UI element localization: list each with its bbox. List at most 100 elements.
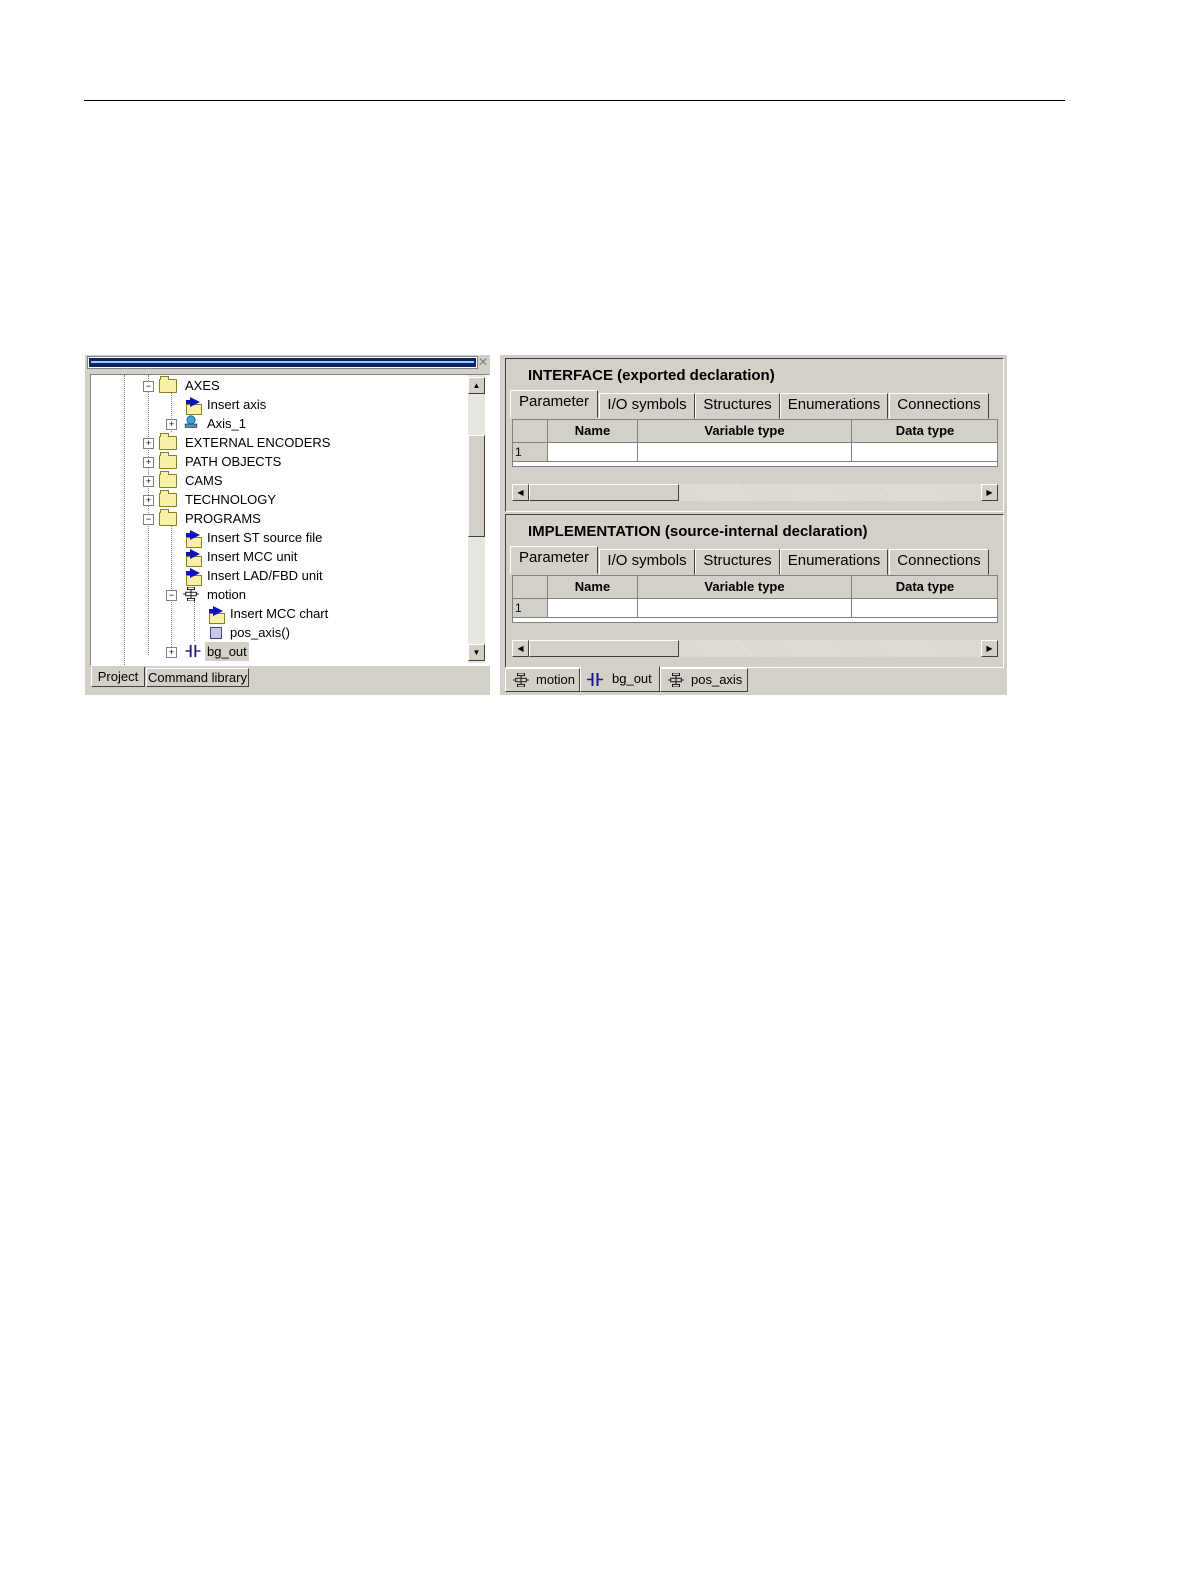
lad-unit-icon — [587, 673, 603, 686]
tree-node-external-encoders[interactable]: + EXTERNAL ENCODERS — [91, 433, 471, 452]
column-header-variable-type[interactable]: Variable type — [638, 420, 852, 443]
horizontal-scrollbar[interactable]: ◀ ▶ — [512, 484, 998, 501]
tree-node-insert-mcc-chart[interactable]: Insert MCC chart — [91, 604, 471, 624]
column-header-data-type[interactable]: Data type — [852, 420, 997, 443]
row-number: 1 — [513, 599, 548, 618]
project-tree: − AXES Insert axis + Axis_1 + EXTERNAL E… — [90, 374, 490, 666]
insert-icon — [184, 397, 202, 415]
cell-name[interactable] — [548, 443, 638, 462]
horizontal-scrollbar[interactable]: ◀ ▶ — [512, 640, 998, 657]
tree-node-label: EXTERNAL ENCODERS — [185, 435, 331, 450]
tree-node-programs[interactable]: − PROGRAMS — [91, 509, 471, 528]
expand-icon[interactable]: + — [143, 438, 154, 449]
insert-icon — [184, 568, 202, 586]
expand-icon[interactable]: + — [143, 495, 154, 506]
insert-icon — [184, 549, 202, 567]
insert-icon — [184, 530, 202, 548]
close-icon[interactable]: ✕ — [478, 355, 488, 369]
collapse-icon[interactable]: − — [143, 514, 154, 525]
implementation-section: IMPLEMENTATION (source-internal declarat… — [505, 514, 1004, 668]
cell-variable-type[interactable] — [638, 599, 852, 618]
lad-unit-icon — [185, 644, 201, 658]
tree-node-label: bg_out — [205, 642, 249, 661]
tree-node-label: Insert axis — [207, 397, 267, 412]
tree-node-insert-lad-fbd-unit[interactable]: Insert LAD/FBD unit — [91, 566, 471, 586]
tree-node-bg-out[interactable]: + bg_out — [91, 642, 471, 661]
tab-parameter[interactable]: Parameter — [510, 546, 598, 574]
tree-node-insert-mcc-unit[interactable]: Insert MCC unit — [91, 547, 471, 567]
cell-variable-type[interactable] — [638, 443, 852, 462]
editor-tab-motion[interactable]: motion — [505, 668, 580, 692]
tree-node-label: TECHNOLOGY — [185, 492, 277, 507]
insert-icon — [207, 606, 225, 624]
arrow-left-icon[interactable]: ◀ — [512, 484, 529, 501]
tree-node-label: motion — [207, 587, 247, 602]
tab-io-symbols[interactable]: I/O symbols — [599, 393, 695, 419]
interface-section: INTERFACE (exported declaration) Paramet… — [505, 358, 1004, 512]
navigator-titlebar[interactable] — [88, 357, 477, 368]
parameter-table: Name Variable type Data type 1 — [512, 575, 998, 623]
tree-node-label: Insert ST source file — [207, 530, 323, 545]
column-header-variable-type[interactable]: Variable type — [638, 576, 852, 599]
tab-enumerations[interactable]: Enumerations — [780, 393, 888, 419]
expand-icon[interactable]: + — [166, 647, 177, 658]
tab-connections[interactable]: Connections — [889, 393, 989, 419]
tree-node-pos-axis[interactable]: pos_axis() — [91, 623, 471, 642]
tab-io-symbols[interactable]: I/O symbols — [599, 549, 695, 575]
tree-node-axis-1[interactable]: + Axis_1 — [91, 414, 471, 433]
cell-data-type[interactable] — [852, 443, 997, 462]
tree-node-label: PATH OBJECTS — [185, 454, 282, 469]
mcc-unit-icon — [668, 673, 684, 687]
expand-icon[interactable]: + — [166, 419, 177, 430]
tree-node-cams[interactable]: + CAMS — [91, 471, 471, 490]
scroll-thumb[interactable] — [468, 435, 485, 537]
project-navigator: ✕ − AXES Insert axis + Axis_1 + EXTERNAL… — [85, 355, 490, 695]
tab-project[interactable]: Project — [91, 667, 145, 687]
tree-node-technology[interactable]: + TECHNOLOGY — [91, 490, 471, 509]
cell-name[interactable] — [548, 599, 638, 618]
editor-tab-label: motion — [536, 672, 576, 687]
collapse-icon[interactable]: − — [166, 590, 177, 601]
tab-structures[interactable]: Structures — [695, 549, 780, 575]
section-title: INTERFACE (exported declaration) — [528, 367, 775, 384]
tab-structures[interactable]: Structures — [695, 393, 780, 419]
column-header-data-type[interactable]: Data type — [852, 576, 997, 599]
expand-icon[interactable]: + — [143, 476, 154, 487]
tab-command-library[interactable]: Command library — [146, 668, 249, 687]
tree-node-label: Insert MCC chart — [230, 606, 329, 621]
arrow-left-icon[interactable]: ◀ — [512, 640, 529, 657]
tree-node-insert-axis[interactable]: Insert axis — [91, 395, 471, 415]
scroll-thumb[interactable] — [529, 484, 679, 501]
tree-vertical-scrollbar[interactable]: ▲ ▼ — [468, 375, 485, 663]
arrow-right-icon[interactable]: ▶ — [981, 484, 998, 501]
tree-node-insert-st-source[interactable]: Insert ST source file — [91, 528, 471, 548]
arrow-down-icon[interactable]: ▼ — [468, 644, 485, 661]
scroll-thumb[interactable] — [529, 640, 679, 657]
folder-icon — [159, 452, 177, 469]
cell-data-type[interactable] — [852, 599, 997, 618]
chart-icon — [210, 627, 222, 639]
tree-node-label: pos_axis() — [230, 625, 290, 640]
folder-icon — [159, 490, 177, 507]
editor-tab-label: bg_out — [612, 671, 652, 686]
tab-connections[interactable]: Connections — [889, 549, 989, 575]
column-header-name[interactable]: Name — [548, 420, 638, 443]
tree-node-axes[interactable]: − AXES — [91, 376, 471, 395]
tree-node-label: PROGRAMS — [185, 511, 261, 526]
arrow-up-icon[interactable]: ▲ — [468, 377, 485, 394]
column-header-name[interactable]: Name — [548, 576, 638, 599]
tab-enumerations[interactable]: Enumerations — [780, 549, 888, 575]
tree-node-path-objects[interactable]: + PATH OBJECTS — [91, 452, 471, 471]
expand-icon[interactable]: + — [143, 457, 154, 468]
editor-tab-pos-axis[interactable]: pos_axis — [660, 668, 748, 692]
arrow-right-icon[interactable]: ▶ — [981, 640, 998, 657]
declaration-panel: INTERFACE (exported declaration) Paramet… — [500, 355, 1007, 695]
axis-icon — [184, 415, 198, 428]
mcc-unit-icon — [513, 673, 529, 687]
tree-node-motion[interactable]: − motion — [91, 585, 471, 604]
tree-node-label: Axis_1 — [207, 416, 247, 431]
editor-tab-bg-out[interactable]: bg_out — [580, 666, 660, 692]
collapse-icon[interactable]: − — [143, 381, 154, 392]
tab-parameter[interactable]: Parameter — [510, 390, 598, 418]
row-header-corner — [513, 420, 548, 443]
